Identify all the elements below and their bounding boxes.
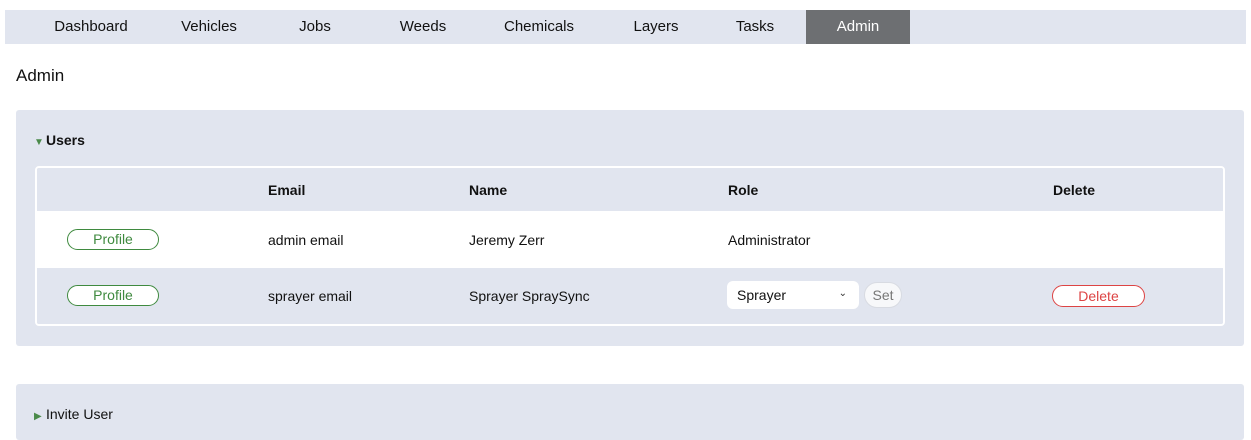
user-role: Administrator xyxy=(728,231,811,248)
invite-user-panel: ▶ Invite User xyxy=(16,384,1244,440)
nav-tasks[interactable]: Tasks xyxy=(707,10,803,44)
users-panel: ▼ Users Email Name Role Delete Profile ad… xyxy=(16,110,1244,346)
user-name: Sprayer SpraySync xyxy=(469,288,590,304)
main-navbar: Dashboard Vehicles Jobs Weeds Chemicals … xyxy=(5,10,1246,44)
role-select[interactable]: Sprayer ⌄ xyxy=(727,281,859,309)
table-row: Profile sprayer email Sprayer SpraySync … xyxy=(37,268,1223,324)
column-header-email: Email xyxy=(268,181,306,198)
users-summary-toggle[interactable]: ▼ Users xyxy=(34,132,85,148)
column-header-name: Name xyxy=(469,181,508,198)
nav-vehicles[interactable]: Vehicles xyxy=(149,10,269,44)
column-header-delete: Delete xyxy=(1053,181,1096,198)
profile-button[interactable]: Profile xyxy=(67,229,159,250)
profile-button[interactable]: Profile xyxy=(67,285,159,306)
page-title: Admin xyxy=(16,66,65,85)
users-table: Email Name Role Delete Profile admin ema… xyxy=(35,166,1225,326)
invite-user-summary-toggle[interactable]: ▶ Invite User xyxy=(34,406,113,422)
triangle-right-icon: ▶ xyxy=(34,411,42,422)
set-role-button[interactable]: Set xyxy=(864,282,902,308)
user-name: Jeremy Zerr xyxy=(469,231,545,248)
users-summary-label: Users xyxy=(46,132,85,148)
column-header-role: Role xyxy=(728,181,759,198)
nav-chemicals[interactable]: Chemicals xyxy=(483,10,595,44)
role-select-value: Sprayer xyxy=(737,287,787,303)
user-email: admin email xyxy=(268,231,344,248)
nav-weeds[interactable]: Weeds xyxy=(373,10,473,44)
triangle-down-icon: ▼ xyxy=(34,137,44,148)
nav-jobs[interactable]: Jobs xyxy=(271,10,359,44)
nav-admin[interactable]: Admin xyxy=(806,10,910,44)
delete-user-button[interactable]: Delete xyxy=(1052,285,1145,307)
invite-user-summary-label: Invite User xyxy=(46,406,113,422)
nav-layers[interactable]: Layers xyxy=(613,10,699,44)
user-email: sprayer email xyxy=(268,288,353,304)
table-row: Profile admin email Jeremy Zerr Administ… xyxy=(37,211,1223,268)
table-header-row: Email Name Role Delete xyxy=(37,168,1223,211)
chevron-down-icon: ⌄ xyxy=(838,288,847,299)
